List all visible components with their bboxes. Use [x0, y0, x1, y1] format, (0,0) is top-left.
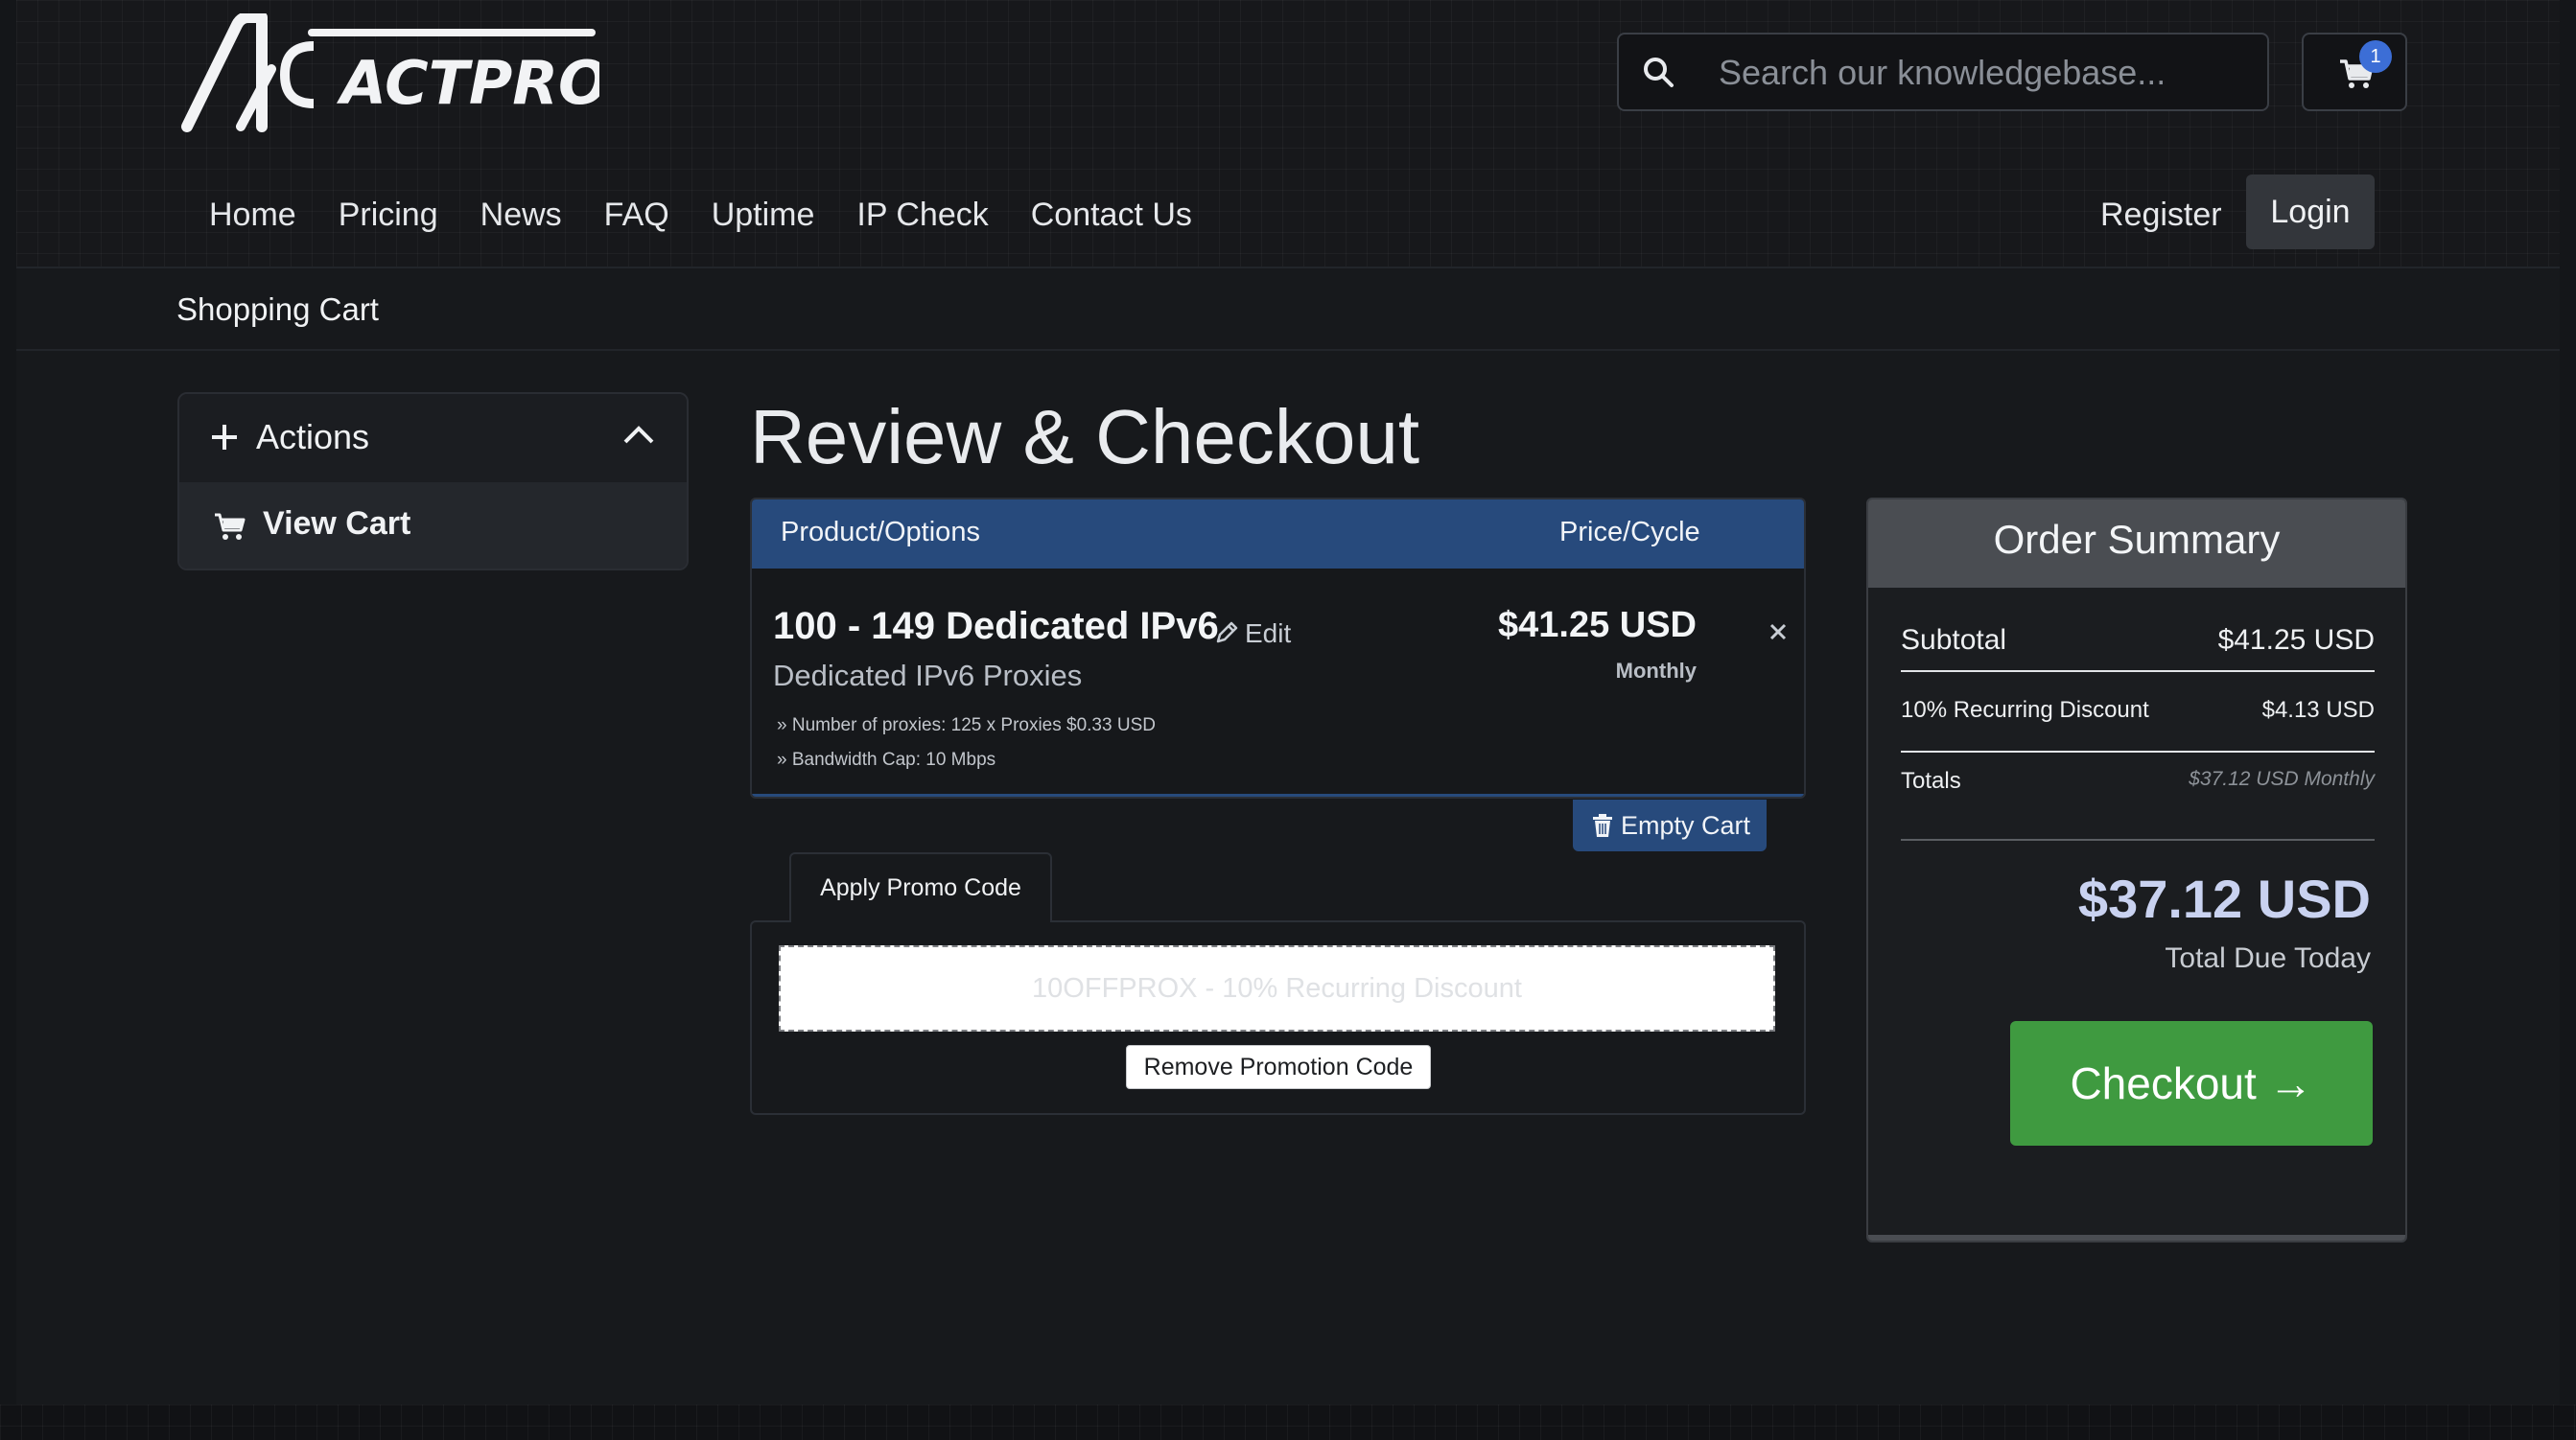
order-summary-header: Order Summary [1868, 499, 2405, 588]
divider [1901, 751, 2375, 753]
actions-title: Actions [256, 417, 370, 456]
nav-ip-check[interactable]: IP Check [856, 190, 988, 240]
cart-button[interactable]: 1 [2302, 33, 2407, 111]
divider [1901, 839, 2375, 841]
logo-text: ACTPROXY [336, 48, 599, 118]
actions-header[interactable]: Actions [179, 394, 687, 482]
totals-value: $37.12 USD Monthly [2189, 768, 2375, 790]
subtotal-row: Subtotal $41.25 USD [1901, 624, 2375, 662]
footer-strip [0, 1405, 2576, 1440]
totals-row: Totals $37.12 USD Monthly [1901, 768, 2375, 802]
product-cycle: Monthly [1615, 659, 1697, 683]
search-icon [1644, 58, 1674, 87]
column-header-product: Product/Options [781, 517, 980, 547]
page-title: Review & Checkout [750, 394, 1420, 479]
cart-icon [215, 513, 246, 540]
nav-home[interactable]: Home [209, 190, 296, 240]
plus-icon [212, 425, 237, 450]
actions-panel: Actions View Cart [177, 392, 689, 570]
main-nav: Home Pricing News FAQ Uptime IP Check Co… [209, 190, 1234, 240]
product-group: Dedicated IPv6 Proxies [773, 659, 1083, 692]
tab-apply-promo-code[interactable]: Apply Promo Code [789, 852, 1052, 922]
nav-contact-us[interactable]: Contact Us [1031, 190, 1192, 240]
register-link[interactable]: Register [2100, 190, 2222, 240]
discount-label: 10% Recurring Discount [1901, 697, 2149, 723]
sidebar-item-view-cart[interactable]: View Cart [179, 482, 687, 569]
breadcrumb: Shopping Cart [176, 291, 379, 327]
login-button[interactable]: Login [2246, 174, 2375, 249]
table-header: Product/Options Price/Cycle [752, 499, 1804, 569]
nav-uptime[interactable]: Uptime [712, 190, 815, 240]
totals-label: Totals [1901, 768, 1961, 794]
product-name: 100 - 149 Dedicated IPv6 [773, 605, 1219, 647]
view-cart-label: View Cart [263, 505, 411, 542]
search-input[interactable] [1717, 35, 2258, 111]
nav-pricing[interactable]: Pricing [339, 190, 438, 240]
checkout-button[interactable]: Checkout → [2010, 1021, 2373, 1146]
empty-cart-button[interactable]: Empty Cart [1573, 800, 1767, 851]
empty-cart-label: Empty Cart [1621, 811, 1751, 840]
pencil-icon [1216, 621, 1238, 643]
trash-icon [1593, 814, 1612, 837]
table-accent-line [752, 794, 1804, 797]
chevron-up-icon[interactable] [622, 423, 655, 446]
nav-faq[interactable]: FAQ [604, 190, 669, 240]
cart-table: Product/Options Price/Cycle 100 - 149 De… [750, 498, 1806, 799]
promo-panel: 10OFFPROX - 10% Recurring Discount Remov… [750, 920, 1806, 1115]
remove-item-icon[interactable] [1768, 622, 1788, 641]
total-due-amount: $37.12 USD [2077, 869, 2371, 929]
subtotal-label: Subtotal [1901, 624, 2007, 656]
product-option: » Number of proxies: 125 x Proxies $0.33… [777, 715, 1156, 735]
total-due-label: Total Due Today [2165, 942, 2371, 974]
edit-label: Edit [1245, 618, 1292, 648]
order-summary-title: Order Summary [1993, 517, 2281, 562]
applied-promo-code: 10OFFPROX - 10% Recurring Discount [779, 945, 1775, 1032]
divider [16, 349, 2560, 351]
column-header-price: Price/Cycle [1559, 517, 1700, 547]
divider [16, 267, 2560, 268]
logo[interactable]: ACTPROXY [177, 13, 599, 134]
discount-row: 10% Recurring Discount $4.13 USD [1901, 697, 2375, 732]
cart-count-badge: 1 [2359, 40, 2392, 73]
search-box[interactable] [1617, 33, 2269, 111]
order-summary: Order Summary Subtotal $41.25 USD 10% Re… [1866, 498, 2407, 1243]
product-option: » Bandwidth Cap: 10 Mbps [777, 750, 996, 770]
remove-promotion-button[interactable]: Remove Promotion Code [1126, 1045, 1431, 1089]
subtotal-value: $41.25 USD [2217, 624, 2375, 656]
discount-value: $4.13 USD [2261, 697, 2375, 723]
nav-news[interactable]: News [480, 190, 562, 240]
summary-footer-bar [1868, 1235, 2405, 1241]
product-price: $41.25 USD [1497, 605, 1697, 645]
divider [1901, 670, 2375, 672]
